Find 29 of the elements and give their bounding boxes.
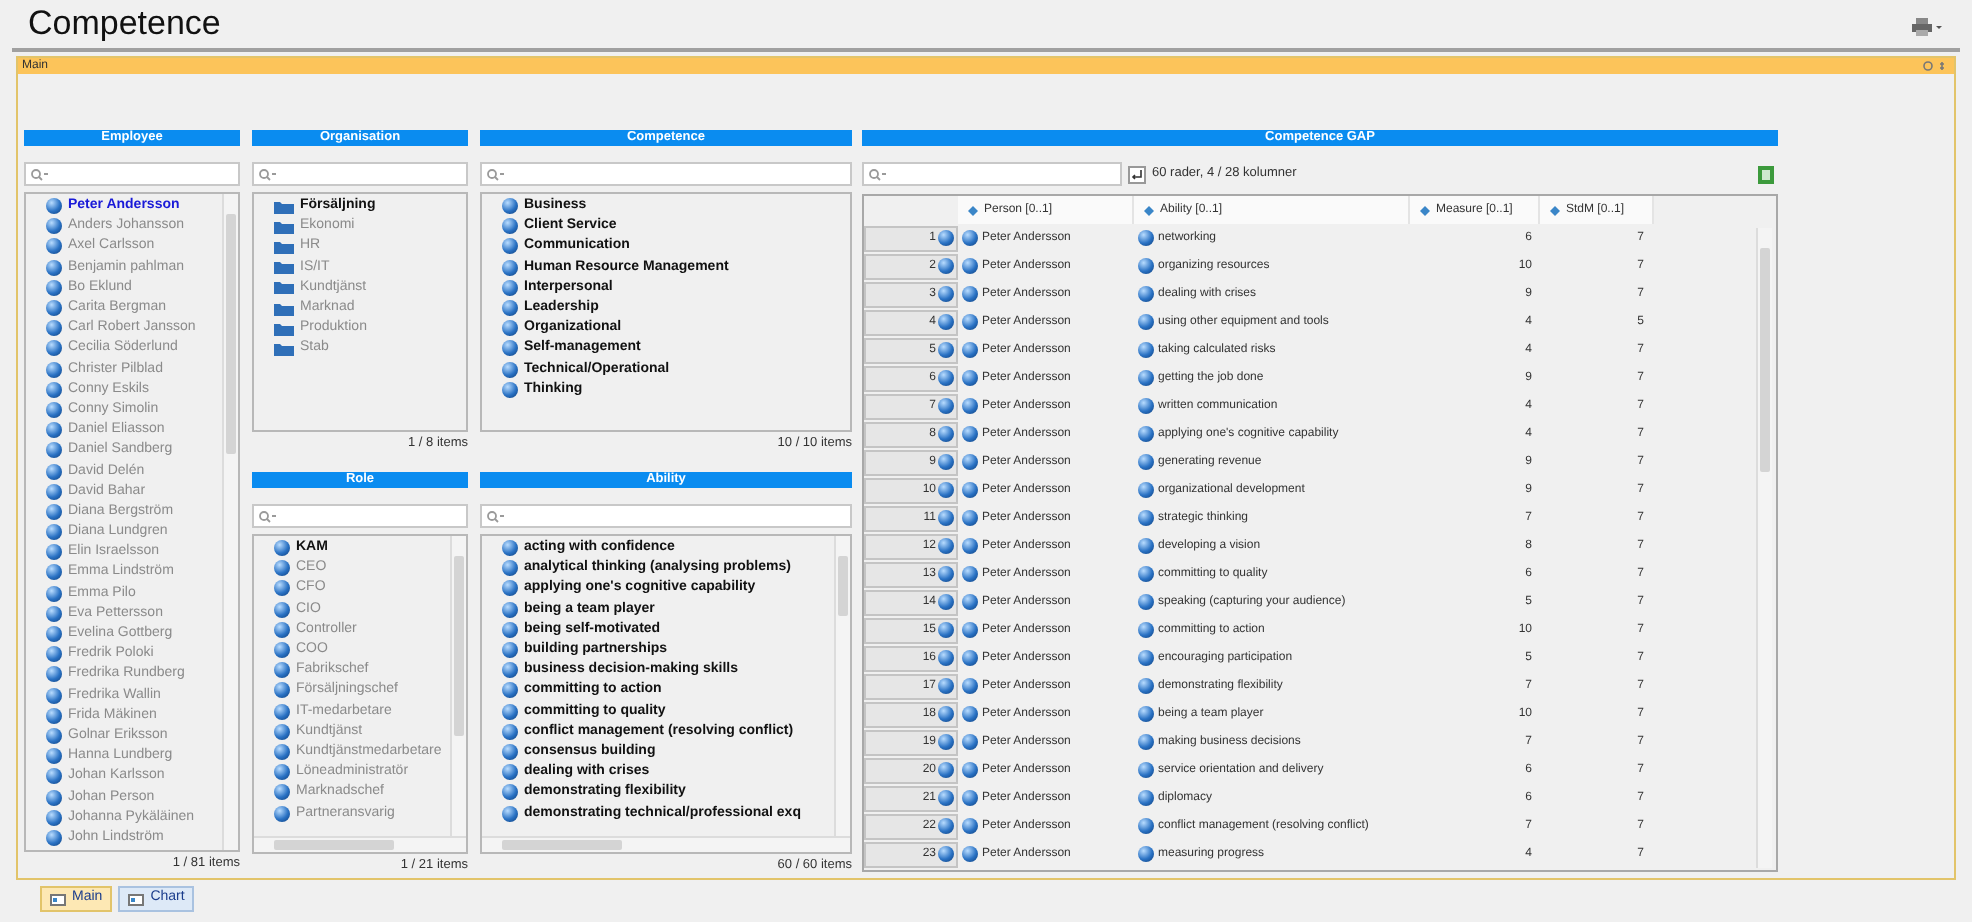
scrollbar[interactable] <box>254 836 466 852</box>
diamond-icon <box>968 205 978 215</box>
scrollbar[interactable] <box>1756 228 1772 868</box>
search-field[interactable] <box>480 162 852 186</box>
search-icon <box>258 509 276 523</box>
printer-icon[interactable] <box>1912 18 1944 36</box>
search-field[interactable] <box>24 162 240 186</box>
search-icon <box>258 167 276 181</box>
search-field[interactable] <box>252 504 468 528</box>
window-controls-icon[interactable] <box>1922 60 1950 72</box>
scrollbar[interactable] <box>482 836 850 852</box>
tab-icon <box>128 893 145 905</box>
enter-icon[interactable] <box>1128 165 1146 183</box>
scrollbar[interactable] <box>834 536 850 836</box>
search-field[interactable] <box>862 162 1122 186</box>
diamond-icon <box>1144 205 1154 215</box>
diamond-icon <box>1550 205 1560 215</box>
search-icon <box>868 167 886 181</box>
search-icon <box>486 167 504 181</box>
search-icon <box>30 167 48 181</box>
tab-icon <box>50 893 66 905</box>
scrollbar[interactable] <box>222 194 238 850</box>
spreadsheet-icon[interactable] <box>1758 165 1774 183</box>
search-field[interactable] <box>480 504 852 528</box>
page-title: Competence <box>28 2 221 46</box>
diamond-icon <box>1420 205 1430 215</box>
search-icon <box>486 509 504 523</box>
search-field[interactable] <box>252 162 468 186</box>
scrollbar[interactable] <box>450 536 466 836</box>
